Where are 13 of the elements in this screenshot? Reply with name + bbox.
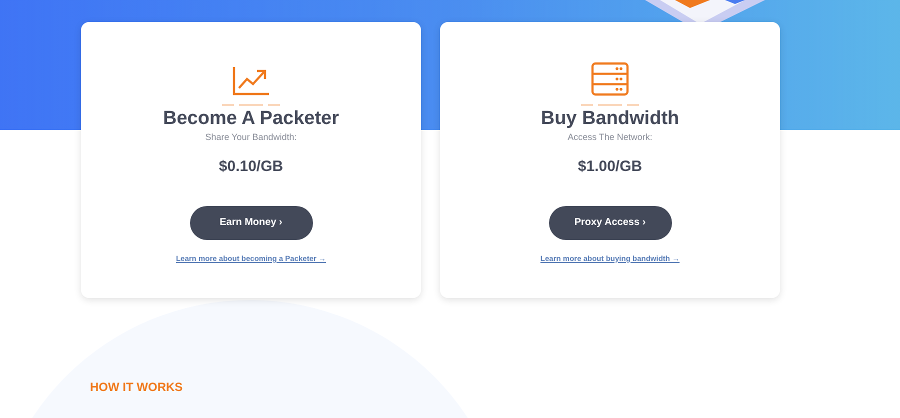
dash-divider-icon — [581, 104, 639, 106]
action-button[interactable]: Earn Money › — [190, 206, 312, 240]
card-title: Become A Packeter — [162, 107, 340, 131]
chart-icon — [232, 66, 270, 96]
card-subtitle: Access The Network: — [568, 130, 652, 144]
action-button[interactable]: Proxy Access › — [548, 206, 672, 240]
card-subtitle: Share Your Bandwidth: — [205, 130, 297, 144]
price: $1.00/GB — [578, 157, 642, 178]
dash-divider-icon — [222, 104, 280, 106]
price: $0.10/GB — [218, 157, 284, 178]
card-title: Buy Bandwidth — [540, 107, 680, 131]
server-icon — [591, 62, 629, 96]
section-label: HOW IT WORKS — [90, 379, 183, 396]
